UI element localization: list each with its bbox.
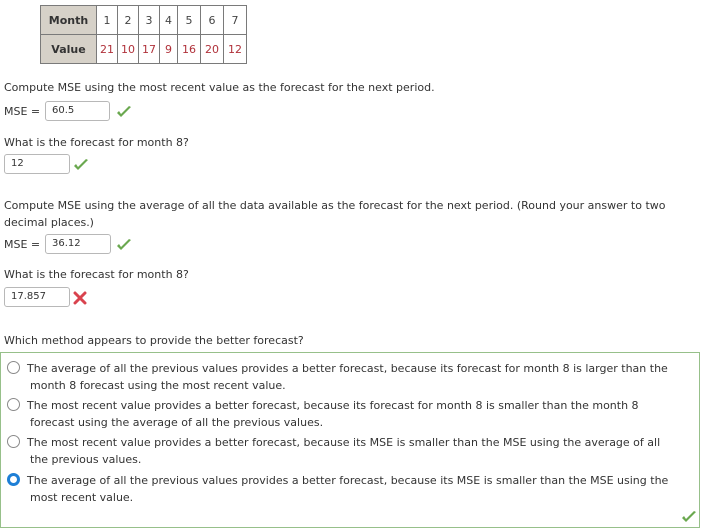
option-label: The average of all the previous values p… xyxy=(27,360,668,394)
radio-button[interactable] xyxy=(7,398,20,411)
value-header: Value xyxy=(40,34,97,64)
q2-mse-input[interactable]: 36.12 xyxy=(45,234,111,254)
value-cell: 21 xyxy=(96,34,118,64)
q1-prompt: Compute MSE using the most recent value … xyxy=(4,81,435,94)
option-3[interactable]: The most recent value provides a better … xyxy=(7,434,687,468)
option-label: The most recent value provides a better … xyxy=(27,434,660,468)
month-cell: 5 xyxy=(177,5,201,35)
value-cell: 17 xyxy=(138,34,160,64)
value-cell: 10 xyxy=(117,34,139,64)
correct-check-icon xyxy=(116,105,132,119)
q2-mse-label: MSE = xyxy=(4,238,41,251)
q1-mse-input[interactable]: 60.5 xyxy=(45,101,110,121)
q2-prompt-line2: decimal places.) xyxy=(4,216,94,229)
option-line: The average of all the previous values p… xyxy=(27,474,669,487)
option-4[interactable]: The average of all the previous values p… xyxy=(7,472,687,506)
month-row: Month 1 2 3 4 5 6 7 xyxy=(40,5,247,35)
incorrect-x-icon xyxy=(73,291,89,305)
q3-prompt: Which method appears to provide the bett… xyxy=(4,334,304,347)
value-row: Value 21 10 17 9 16 20 12 xyxy=(40,34,247,64)
q2-forecast-prompt: What is the forecast for month 8? xyxy=(4,268,189,281)
radio-button[interactable] xyxy=(7,435,20,448)
month-cell: 1 xyxy=(96,5,118,35)
option-line: most recent value. xyxy=(30,491,134,504)
q2-forecast-input[interactable]: 17.857 xyxy=(4,287,70,307)
option-line: month 8 forecast using the most recent v… xyxy=(30,379,286,392)
answer-options-box: The average of all the previous values p… xyxy=(0,352,700,528)
value-cell: 9 xyxy=(159,34,178,64)
month-header: Month xyxy=(40,5,97,35)
month-cell: 2 xyxy=(117,5,139,35)
q1-forecast-prompt: What is the forecast for month 8? xyxy=(4,136,189,149)
correct-check-icon xyxy=(681,510,697,524)
option-2[interactable]: The most recent value provides a better … xyxy=(7,397,687,431)
month-cell: 4 xyxy=(159,5,178,35)
value-cell: 16 xyxy=(177,34,201,64)
option-line: The average of all the previous values p… xyxy=(27,362,668,375)
correct-check-icon xyxy=(116,238,132,252)
option-line: The most recent value provides a better … xyxy=(27,399,639,412)
data-table: Month 1 2 3 4 5 6 7 Value 21 10 17 9 16 … xyxy=(40,5,247,64)
q1-mse-label: MSE = xyxy=(4,105,41,118)
option-line: forecast using the average of all the pr… xyxy=(30,416,324,429)
option-1[interactable]: The average of all the previous values p… xyxy=(7,360,687,394)
month-cell: 3 xyxy=(138,5,160,35)
option-line: the previous values. xyxy=(30,453,142,466)
option-label: The average of all the previous values p… xyxy=(27,472,668,506)
option-line: The most recent value provides a better … xyxy=(27,436,661,449)
q1-forecast-input[interactable]: 12 xyxy=(4,154,70,174)
month-cell: 7 xyxy=(223,5,247,35)
radio-button-selected[interactable] xyxy=(7,473,20,486)
value-cell: 12 xyxy=(223,34,247,64)
value-cell: 20 xyxy=(200,34,224,64)
correct-check-icon xyxy=(73,158,89,172)
q2-prompt-line1: Compute MSE using the average of all the… xyxy=(4,199,666,212)
month-cell: 6 xyxy=(200,5,224,35)
radio-button[interactable] xyxy=(7,361,20,374)
option-label: The most recent value provides a better … xyxy=(27,397,639,431)
